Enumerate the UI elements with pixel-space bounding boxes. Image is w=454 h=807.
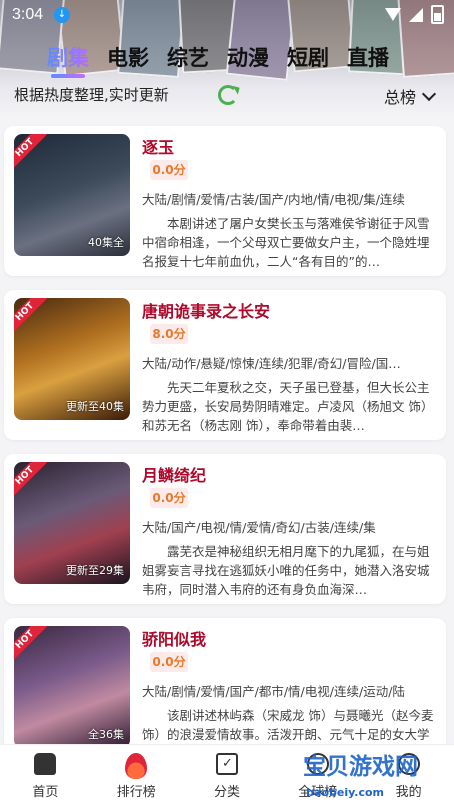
fire-icon: [125, 753, 148, 779]
hot-badge: HOT: [14, 134, 47, 170]
nav-category[interactable]: 分类: [182, 745, 273, 807]
refresh-icon[interactable]: [218, 85, 238, 105]
item-score: 0.0分: [150, 160, 188, 180]
episode-label: 全36集: [88, 728, 124, 741]
episode-label: 更新至40集: [66, 400, 124, 413]
download-icon: ↓: [54, 7, 70, 23]
category-tabs: 剧集 电影 综艺 动漫 短剧 直播: [47, 42, 407, 78]
tab-movies[interactable]: 电影: [107, 42, 149, 72]
battery-icon: [431, 5, 444, 24]
item-description: 本剧讲述了屠户女樊长玉与落难侯爷谢征于风雪中宿命相逢，一个父母双亡要做女户主，一…: [142, 216, 430, 269]
item-description: 露芜衣是神秘组织无相月麾下的九尾狐，在与姐姐雾妄言寻找在逃狐妖小唯的任务中，她潜…: [142, 544, 430, 597]
ranking-note: 根据热度整理,实时更新: [14, 86, 169, 104]
home-icon: [34, 753, 57, 775]
nav-label: 分类: [213, 785, 240, 800]
tab-live[interactable]: 直播: [347, 42, 389, 72]
list-item[interactable]: HOT 更新至29集 月鳞绮纪 0.0分 大陆/国产/电视/情/爱情/奇幻/古装…: [4, 454, 446, 604]
hot-badge: HOT: [14, 298, 47, 334]
item-description: 先天二年夏秋之交，天子虽已登基，但大长公主势力更盛，长安局势阴晴难定。卢凌风（杨…: [142, 380, 434, 433]
calendar-icon: [215, 753, 238, 775]
nav-label: 首页: [32, 785, 59, 800]
signal-icon: [409, 7, 423, 22]
tab-variety[interactable]: 综艺: [167, 42, 209, 72]
hot-badge: HOT: [14, 626, 47, 662]
rank-type-label: 总榜: [383, 88, 416, 107]
status-bar: 3:04 ↓: [0, 0, 454, 30]
ranking-subheader: 根据热度整理,实时更新 总榜: [0, 84, 454, 108]
item-title: 月鳞绮纪: [142, 466, 207, 485]
wifi-icon: [385, 7, 401, 22]
nav-home[interactable]: 首页: [0, 745, 91, 807]
item-tags: 大陆/国产/电视/情/爱情/奇幻/古装/连续/集: [142, 520, 376, 535]
watermark-text: 宝贝游戏网: [303, 754, 418, 780]
item-tags: 大陆/剧情/爱情/国产/都市/情/电视/连续/运动/陆: [142, 684, 405, 699]
item-score: 0.0分: [150, 488, 188, 508]
episode-label: 更新至29集: [66, 564, 124, 577]
item-title: 逐玉: [142, 138, 175, 157]
watermark-url: baobeiy.com: [306, 786, 384, 799]
poster-image: HOT 更新至40集: [14, 298, 130, 420]
list-item[interactable]: HOT 40集全 逐玉 0.0分 大陆/剧情/爱情/古装/国产/内地/情/电视/…: [4, 126, 446, 276]
nav-label: 排行榜: [116, 785, 156, 800]
item-tags: 大陆/动作/悬疑/惊悚/连续/犯罪/奇幻/冒险/国…: [142, 356, 401, 371]
poster-image: HOT 全36集: [14, 626, 130, 748]
item-score: 8.0分: [150, 324, 188, 344]
item-title: 唐朝诡事录之长安: [142, 302, 271, 321]
chevron-down-icon: [421, 86, 437, 102]
poster-image: HOT 更新至29集: [14, 462, 130, 584]
hot-badge: HOT: [14, 462, 47, 498]
status-time: 3:04: [12, 6, 44, 23]
tab-series[interactable]: 剧集: [47, 42, 89, 78]
item-tags: 大陆/剧情/爱情/古装/国产/内地/情/电视/集/连续: [142, 192, 405, 207]
poster-image: HOT 40集全: [14, 134, 130, 256]
item-score: 0.0分: [150, 652, 188, 672]
list-item[interactable]: HOT 更新至40集 唐朝诡事录之长安 8.0分 大陆/动作/悬疑/惊悚/连续/…: [4, 290, 446, 440]
episode-label: 40集全: [88, 236, 124, 249]
tab-anime[interactable]: 动漫: [227, 42, 269, 72]
tab-short-drama[interactable]: 短剧: [287, 42, 329, 72]
rank-type-select[interactable]: 总榜: [383, 84, 437, 108]
nav-ranking[interactable]: 排行榜: [91, 745, 182, 807]
item-title: 骄阳似我: [142, 630, 207, 649]
